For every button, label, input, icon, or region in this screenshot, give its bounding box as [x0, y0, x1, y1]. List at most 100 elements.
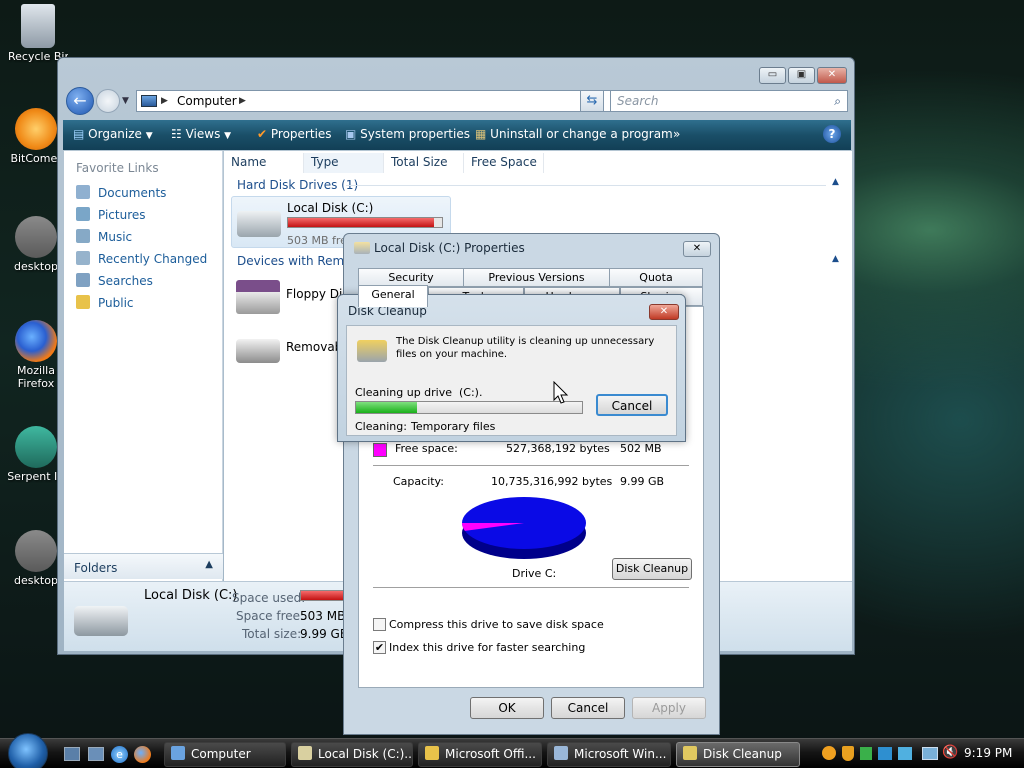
- total-size-value: 9.99 GB: [300, 627, 349, 641]
- column-total-size[interactable]: Total Size: [384, 153, 464, 173]
- disk-cleanup-close-button[interactable]: ✕: [649, 304, 679, 320]
- recently-changed-icon: [76, 251, 90, 265]
- taskbar-clock[interactable]: 9:19 PM: [964, 746, 1012, 760]
- maximize-button[interactable]: ▣: [788, 67, 815, 84]
- views-icon: ☷: [171, 127, 182, 141]
- disk-cleanup-button[interactable]: Disk Cleanup: [612, 558, 692, 580]
- minimize-button[interactable]: ▭: [759, 67, 786, 84]
- network-icon[interactable]: [922, 747, 938, 760]
- start-button[interactable]: [8, 733, 48, 768]
- properties-button[interactable]: ✔ Properties: [257, 127, 332, 141]
- task-ms-windows[interactable]: Microsoft Win...: [547, 742, 671, 767]
- breadcrumb-computer[interactable]: Computer: [177, 91, 237, 111]
- fav-music[interactable]: Music: [76, 229, 132, 244]
- space-free-label: Space free:: [236, 609, 305, 623]
- capacity-bytes: 10,735,316,992 bytes: [491, 475, 613, 488]
- volume-muted-icon[interactable]: 🔇: [942, 745, 958, 760]
- computer-task-icon: [171, 746, 185, 760]
- task-disk-cleanup[interactable]: Disk Cleanup: [676, 742, 800, 767]
- breadcrumb-separator: ▶: [161, 96, 168, 106]
- removable-drive-icon: [236, 339, 280, 363]
- command-toolbar: ▤ Organize ▼ ☷ Views ▼ ✔ Properties ▣ Sy…: [63, 120, 851, 150]
- organize-button[interactable]: ▤ Organize ▼: [73, 127, 153, 141]
- disk-cleanup-body: The Disk Cleanup utility is cleaning up …: [346, 325, 677, 436]
- system-properties-icon: ▣: [345, 127, 357, 141]
- cleaning-drive-label: Cleaning up drive (C:).: [355, 386, 483, 399]
- collapse-group-2-icon[interactable]: ▲: [832, 254, 839, 264]
- system-properties-button[interactable]: ▣ System properties: [345, 127, 470, 141]
- tray-green-icon[interactable]: [860, 747, 872, 760]
- forward-button[interactable]: [96, 89, 120, 113]
- hard-drive-icon: [237, 211, 281, 237]
- ok-button[interactable]: OK: [470, 697, 544, 719]
- fav-searches[interactable]: Searches: [76, 273, 153, 288]
- views-button[interactable]: ☷ Views ▼: [171, 127, 231, 141]
- folders-toggle[interactable]: Folders ▲: [64, 553, 223, 579]
- tray-app-icon[interactable]: [822, 746, 836, 760]
- address-bar[interactable]: ▶ Computer ▶ ▼: [136, 90, 612, 112]
- tab-previous-versions[interactable]: Previous Versions: [463, 268, 610, 287]
- close-button[interactable]: ✕: [817, 67, 847, 84]
- organize-icon: ▤: [73, 127, 85, 141]
- documents-icon: [76, 185, 90, 199]
- fav-pictures[interactable]: Pictures: [76, 207, 146, 222]
- index-label: Index this drive for faster searching: [389, 641, 586, 654]
- space-free-value: 503 MB: [300, 609, 346, 623]
- fav-public[interactable]: Public: [76, 295, 134, 310]
- cancel-button[interactable]: Cancel: [551, 697, 625, 719]
- column-free-space[interactable]: Free Space: [464, 153, 544, 173]
- group-divider: [346, 185, 826, 186]
- security-shield-icon[interactable]: [842, 746, 854, 761]
- tab-quota[interactable]: Quota: [609, 268, 703, 287]
- help-icon[interactable]: ?: [823, 125, 841, 143]
- breadcrumb-separator-2: ▶: [239, 96, 246, 106]
- local-disk-usage-bar: [287, 217, 443, 228]
- search-icon[interactable]: ⌕: [834, 91, 841, 111]
- apply-button[interactable]: Apply: [632, 697, 706, 719]
- compress-label: Compress this drive to save disk space: [389, 618, 604, 631]
- uninstall-program-button[interactable]: ▦ Uninstall or change a program: [475, 127, 673, 141]
- refresh-button[interactable]: ⇆: [580, 90, 604, 112]
- task-local-disk[interactable]: Local Disk (C:)...: [291, 742, 413, 767]
- group-hard-disks[interactable]: Hard Disk Drives (1): [237, 178, 358, 192]
- column-name[interactable]: Name: [224, 153, 304, 173]
- navigation-pane: Favorite Links Documents Pictures Music …: [64, 151, 223, 581]
- internet-explorer-icon[interactable]: e: [111, 746, 128, 763]
- cleanup-cancel-button[interactable]: Cancel: [596, 394, 668, 416]
- disk-cleanup-dialog: Disk Cleanup ✕ The Disk Cleanup utility …: [337, 294, 686, 442]
- uninstall-icon: ▦: [475, 127, 487, 141]
- show-desktop-icon[interactable]: [64, 747, 80, 761]
- tray-update-icon[interactable]: [898, 747, 912, 760]
- column-type[interactable]: Type: [304, 153, 384, 173]
- task-ms-office[interactable]: Microsoft Offi...: [418, 742, 542, 767]
- compress-checkbox[interactable]: [373, 618, 386, 631]
- floppy-drive-icon: [236, 280, 280, 314]
- task-computer[interactable]: Computer: [164, 742, 286, 767]
- music-icon: [76, 229, 90, 243]
- mouse-cursor: [553, 381, 569, 404]
- tab-general[interactable]: General: [358, 285, 428, 307]
- disk-usage-pie-chart: [462, 497, 586, 559]
- properties-close-button[interactable]: ✕: [683, 241, 711, 257]
- tray-antivirus-icon[interactable]: [878, 747, 892, 760]
- more-commands-button[interactable]: »: [673, 127, 680, 141]
- fav-documents[interactable]: Documents: [76, 185, 166, 200]
- switch-windows-icon[interactable]: [88, 747, 104, 761]
- pictures-icon: [76, 207, 90, 221]
- fav-recently-changed[interactable]: Recently Changed: [76, 251, 207, 266]
- computer-icon: [141, 95, 157, 107]
- recycle-bin-icon[interactable]: Recycle Bin: [8, 4, 68, 63]
- disk-cleanup-icon: [357, 340, 387, 362]
- chevron-up-icon: ▲: [205, 559, 213, 570]
- firefox-quicklaunch-icon[interactable]: [134, 746, 151, 763]
- cleanup-progress-fill: [356, 402, 418, 413]
- local-disk-label: Local Disk (C:): [287, 201, 374, 215]
- windows-task-icon: [554, 746, 568, 760]
- details-title: Local Disk (C:): [144, 588, 238, 603]
- back-button[interactable]: ←: [66, 87, 94, 115]
- recent-pages-dropdown-icon[interactable]: ▼: [122, 96, 129, 106]
- search-input[interactable]: Search ⌕: [610, 90, 848, 112]
- collapse-group-icon[interactable]: ▲: [832, 177, 839, 187]
- cleaning-item: Temporary files: [411, 420, 496, 433]
- index-checkbox[interactable]: ✔: [373, 641, 386, 654]
